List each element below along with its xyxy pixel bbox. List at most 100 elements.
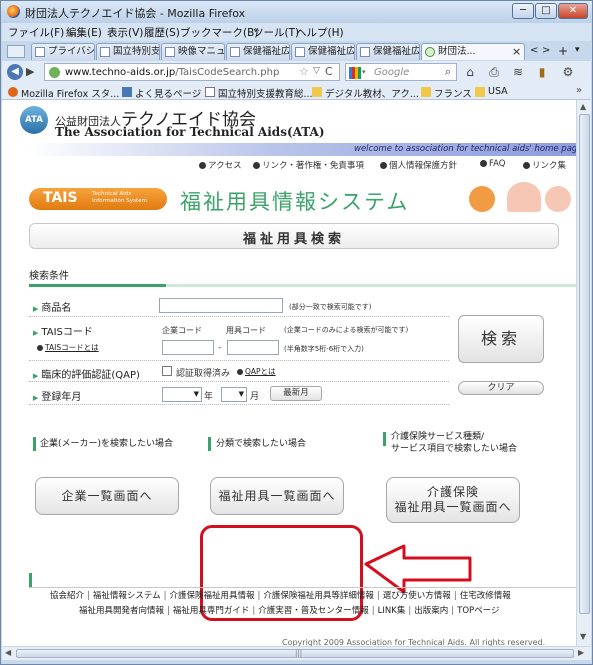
chevron-down-icon[interactable]: ▾ [362, 68, 366, 76]
bookmark-france[interactable]: フランス [421, 86, 472, 100]
link-privacy[interactable]: 個人情報保護方針 [380, 159, 457, 171]
tab-nise[interactable]: 国立特別支... [96, 43, 160, 60]
footer-link[interactable]: 福祉用具開発者向情報 [79, 606, 164, 616]
firefox-icon [7, 5, 20, 18]
scroll-thumb[interactable]: ||| [16, 649, 574, 658]
scroll-left-icon[interactable]: ◀ [5, 648, 11, 657]
bookmark-icon[interactable]: ▮ [534, 64, 550, 80]
footer-link[interactable]: 介護保険福祉用具情報 [170, 591, 255, 601]
footer-link[interactable]: 住宅改修情報 [460, 591, 511, 601]
reload-icon[interactable]: C [325, 65, 333, 78]
footer-marker [29, 573, 32, 587]
tab-welfare-3[interactable]: 保健福祉広... [356, 43, 420, 60]
separator: | [451, 606, 455, 616]
footer-link[interactable]: 介護実習・普及センター情報 [258, 606, 369, 616]
product-list-button[interactable]: 福祉用具一覧画面へ [210, 477, 344, 515]
year-select[interactable]: ▼ [162, 387, 202, 402]
horizontal-scrollbar[interactable]: ◀ ||| ▶ [2, 646, 591, 660]
close-tab-icon[interactable]: × [512, 45, 521, 58]
link-copyright[interactable]: リンク・著作権・免責事項 [253, 159, 364, 171]
tab-list-icon[interactable]: ▾ [575, 45, 580, 55]
tais-code-help-link[interactable]: TAISコードとは [37, 342, 99, 353]
bullet-icon [480, 160, 487, 167]
search-bar[interactable]: ▾ Google ⌕ [345, 63, 457, 81]
company-code-input[interactable] [162, 340, 214, 355]
vertical-scrollbar[interactable]: ▲ ▼ [576, 100, 591, 646]
chevron-right-icon[interactable]: > [542, 45, 550, 56]
bookmark-nise[interactable]: 国立特別支援教育総... [205, 86, 313, 100]
search-heading-box: 福祉用具検索 [29, 223, 559, 249]
separator: | [167, 606, 170, 616]
search-button[interactable]: 検索 [458, 315, 544, 363]
feed-icon[interactable]: ≋ [510, 64, 526, 80]
ata-logo[interactable]: ATA [20, 106, 48, 134]
print-icon[interactable]: ⎙ [486, 64, 502, 80]
footer-link[interactable]: 福祉用具専門ガイド [173, 606, 250, 616]
url-text[interactable]: www.techno-aids.or.jp/TaisCodeSearch.php [65, 67, 279, 78]
search-icon[interactable]: ⌕ [445, 65, 451, 79]
tab-group-icon[interactable] [7, 45, 25, 58]
bookmark-usa[interactable]: USA [475, 86, 508, 97]
page-icon [100, 47, 110, 57]
tab-video-manual[interactable]: 映像マニュ... [161, 43, 225, 60]
company-list-button[interactable]: 企業一覧画面へ [35, 477, 179, 515]
tab-welfare-2[interactable]: 保健福祉広... [291, 43, 355, 60]
footer-link[interactable]: LINK集 [378, 606, 406, 616]
scroll-down-icon[interactable]: ▼ [580, 632, 586, 641]
footer-link[interactable]: 協会紹介 [50, 591, 84, 601]
month-select[interactable]: ▼ [221, 387, 247, 402]
link-links[interactable]: リンク集 [523, 159, 566, 171]
maximize-button[interactable]: □ [535, 3, 557, 19]
google-icon[interactable] [349, 67, 361, 79]
menu-file[interactable]: ファイル(F) [8, 25, 64, 40]
minimize-button[interactable]: ─ [512, 3, 534, 19]
scroll-right-icon[interactable]: ▶ [578, 648, 584, 657]
search-placeholder: Google [374, 67, 410, 78]
insurance-product-list-button[interactable]: 介護保険 福祉用具一覧画面へ [386, 477, 520, 523]
clear-button[interactable]: クリア [458, 381, 544, 395]
new-tab-icon[interactable]: + [558, 44, 568, 58]
label-text: 登録年月 [41, 392, 82, 403]
footer-link[interactable]: 出版案内 [414, 606, 448, 616]
scroll-up-icon[interactable]: ▲ [580, 102, 586, 111]
latest-month-button[interactable]: 最新月 [270, 386, 322, 401]
qap-help-link[interactable]: QAPとは [237, 366, 276, 377]
addon-icon[interactable]: ⚙ [560, 64, 576, 80]
scroll-thumb[interactable] [579, 114, 590, 614]
tab-welfare-1[interactable]: 保健福祉広... [226, 43, 290, 60]
home-icon[interactable]: ⌂ [462, 64, 478, 80]
bookmarks-more-icon[interactable]: » [576, 85, 582, 96]
menu-bookmarks[interactable]: ブックマーク(B) [180, 25, 258, 40]
tab-privacy[interactable]: プライバシ... [31, 43, 95, 60]
menu-view[interactable]: 表示(V) [107, 25, 143, 40]
product-code-input[interactable] [227, 340, 279, 355]
footer-link[interactable]: TOPページ [457, 606, 499, 616]
link-faq[interactable]: FAQ [480, 159, 505, 169]
url-dropdown-icon[interactable]: ▽ [313, 66, 320, 76]
footer-rule [29, 587, 576, 588]
tab-label: 保健福祉広... [373, 46, 420, 57]
qap-checkbox[interactable] [162, 366, 172, 376]
star-icon[interactable]: ☆ [299, 65, 309, 78]
bookmark-frequent[interactable]: よく見るページ [122, 86, 201, 100]
footer-link[interactable]: 介護保険福祉用具等詳細情報 [263, 591, 374, 601]
close-window-button[interactable]: ✕ [558, 3, 588, 19]
back-icon[interactable]: ◀ [7, 64, 23, 80]
product-name-input[interactable] [159, 298, 283, 313]
bookmark-firefox[interactable]: Mozilla Firefox スタ... [8, 86, 119, 100]
bookmark-digital-materials[interactable]: デジタル教材、アク... [312, 86, 419, 100]
link-access[interactable]: アクセス [199, 159, 242, 171]
footer-link[interactable]: 福祉情報システム [93, 591, 161, 601]
menu-edit[interactable]: 編集(E) [66, 25, 102, 40]
row-qap: ▶ 臨床的評価認証(QAP) 認証取得済み QAPとは [29, 362, 449, 382]
menu-history[interactable]: 履歴(S) [144, 25, 180, 40]
footer-link[interactable]: 選び方使い方情報 [383, 591, 451, 601]
forward-icon[interactable]: ▶ [26, 65, 34, 78]
tab-techno-aids[interactable]: 財団法... [421, 43, 525, 60]
chevron-left-icon[interactable]: < [530, 45, 538, 56]
menu-help[interactable]: ヘルプ(H) [296, 25, 344, 40]
tab-label: 映像マニュ... [178, 46, 225, 57]
menu-tools[interactable]: ツール(T) [253, 25, 299, 40]
url-bar[interactable]: www.techno-aids.or.jp/TaisCodeSearch.php… [44, 63, 340, 81]
org-name-en: The Association for Technical Aids(ATA) [55, 125, 325, 139]
